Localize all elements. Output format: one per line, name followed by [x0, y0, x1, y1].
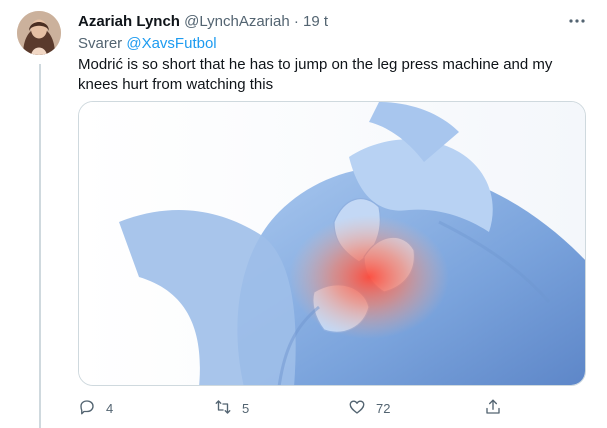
knee-pain-illustration — [79, 102, 585, 385]
timestamp[interactable]: 19 t — [303, 13, 328, 30]
user-handle[interactable]: @LynchAzariah — [184, 13, 290, 30]
tweet-text: Modrić is so short that he has to jump o… — [78, 56, 553, 93]
like-button[interactable]: 72 — [348, 396, 390, 420]
reply-icon — [78, 398, 96, 419]
thread-connector-line — [39, 64, 41, 428]
tweet-header: Azariah Lynch @LynchAzariah · 19 t — [78, 12, 587, 32]
like-icon — [348, 398, 366, 419]
avatar-image — [17, 11, 61, 55]
separator-dot: · — [293, 13, 299, 30]
retweet-count: 5 — [242, 400, 250, 416]
replying-prefix: Svarer — [78, 35, 123, 52]
like-count: 72 — [376, 400, 391, 416]
display-name[interactable]: Azariah Lynch — [78, 13, 180, 30]
share-icon — [484, 398, 502, 419]
avatar[interactable] — [17, 11, 61, 55]
replying-to: Svarer @XavsFutbol — [78, 34, 217, 54]
retweet-button[interactable]: 5 — [214, 396, 249, 420]
reply-count: 4 — [106, 400, 114, 416]
reply-button[interactable]: 4 — [78, 396, 113, 420]
tweet-media[interactable] — [78, 101, 586, 386]
replying-to-mention[interactable]: @XavsFutbol — [126, 35, 216, 52]
more-icon[interactable] — [567, 13, 587, 29]
tweet-actions: 4 5 72 — [78, 396, 508, 420]
share-button[interactable] — [484, 396, 502, 420]
retweet-icon — [214, 398, 232, 419]
